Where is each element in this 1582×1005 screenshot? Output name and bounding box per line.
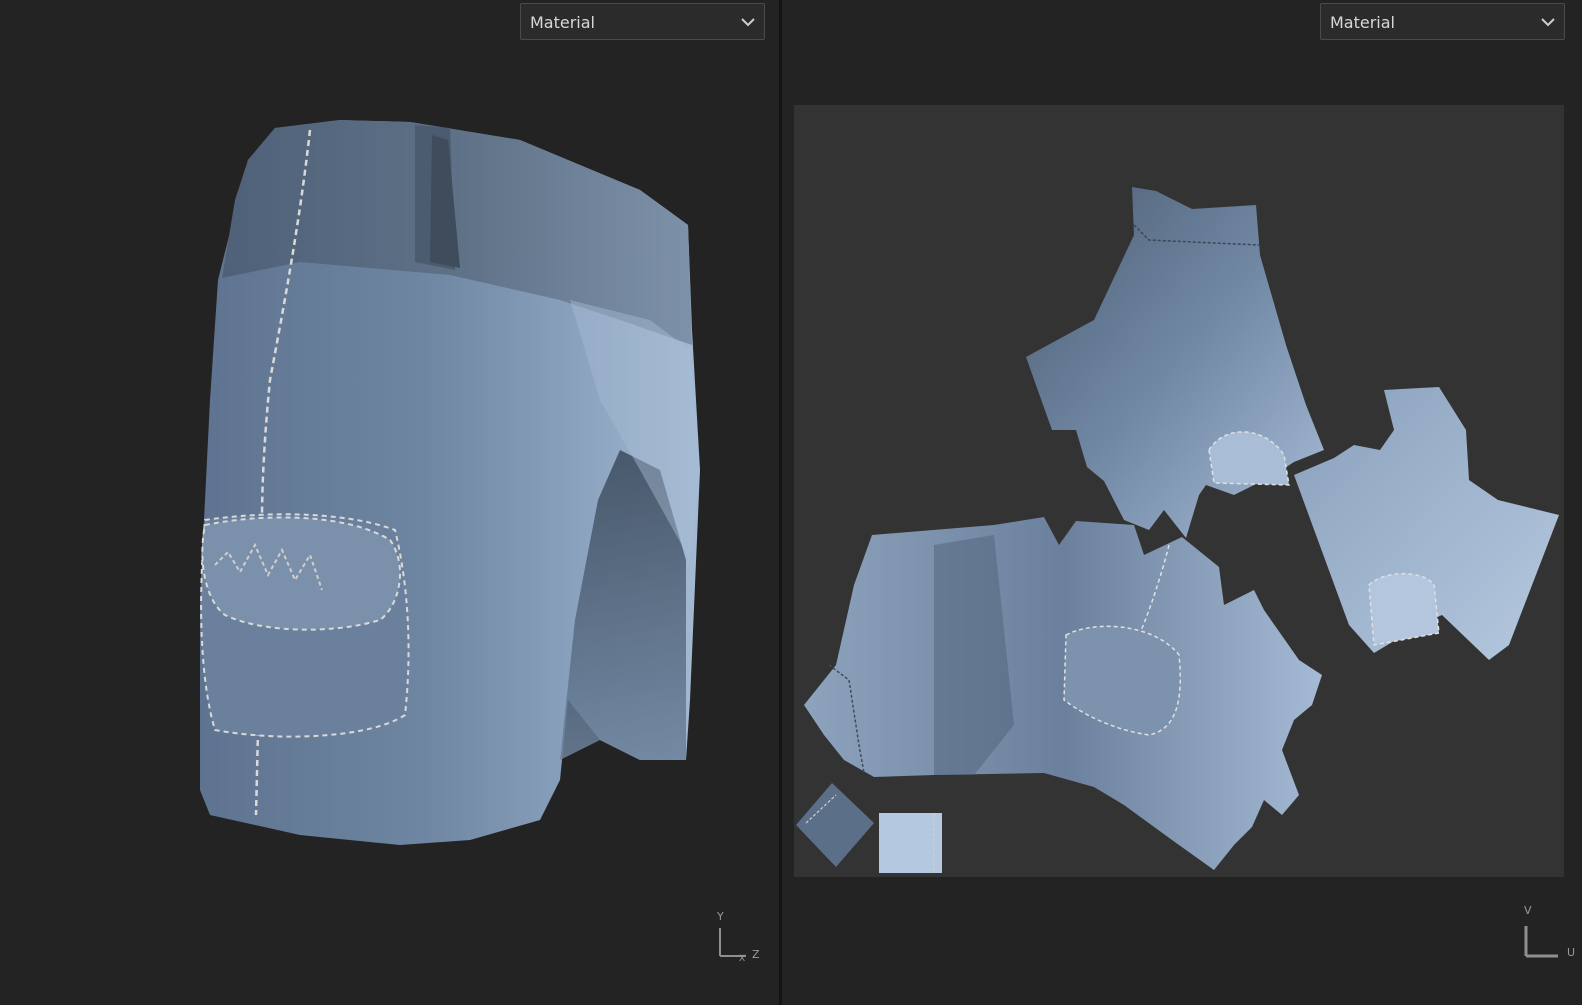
uv-axis-gizmo-icon [1524, 926, 1558, 958]
axis-label-origin: X [739, 954, 746, 964]
axis-label-up: Y [717, 910, 724, 923]
axis-gizmo-icon [719, 928, 746, 957]
uv-islands[interactable] [794, 105, 1564, 877]
chevron-down-icon [1541, 18, 1555, 27]
uv-island-diamond [796, 783, 874, 867]
uv-island-patch [879, 813, 942, 873]
app-window: Material Y Z X Material V U [0, 0, 1582, 1005]
pocket-flap [201, 516, 402, 631]
viewport-uv[interactable]: Material V U [782, 0, 1582, 1005]
uv-pocket-right [1368, 573, 1440, 646]
garment-3d-model[interactable] [0, 0, 779, 1005]
display-mode-value: Material [530, 13, 595, 32]
uv-display-mode-dropdown[interactable]: Material [1320, 3, 1565, 40]
axis-label-right: Z [752, 948, 760, 961]
uv-axis-label-up: V [1524, 904, 1532, 917]
uv-display-mode-value: Material [1330, 13, 1395, 32]
viewport-3d[interactable]: Material Y Z X [0, 0, 779, 1005]
display-mode-dropdown[interactable]: Material [520, 3, 765, 40]
uv-canvas[interactable] [794, 105, 1564, 877]
uv-axis-label-right: U [1567, 946, 1576, 959]
chevron-down-icon [741, 18, 755, 27]
